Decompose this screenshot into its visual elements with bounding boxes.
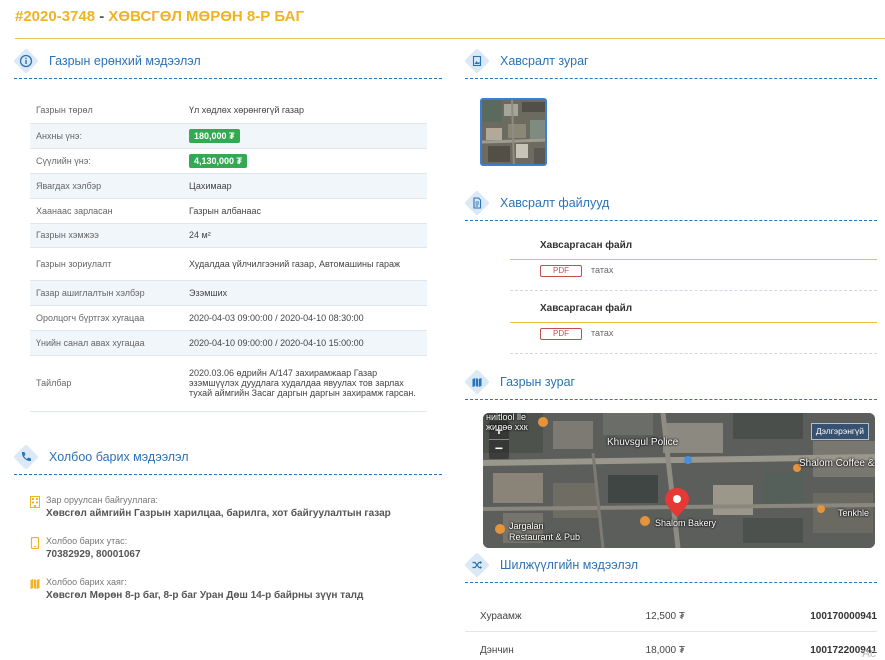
phone-icon bbox=[13, 444, 39, 470]
divider bbox=[510, 353, 877, 354]
row-value: Газрын албанаас bbox=[183, 198, 427, 224]
row-label: Газар ашиглалтын хэлбэр bbox=[30, 280, 183, 306]
row-label: Газрын төрөл bbox=[30, 98, 183, 124]
last-price-badge: 4,130,000 ₮ bbox=[189, 153, 248, 168]
building-icon bbox=[30, 496, 40, 508]
row-value: Эзэмших bbox=[183, 280, 427, 306]
row-value: 2020-04-03 09:00:00 / 2020-04-10 08:30:0… bbox=[183, 305, 427, 331]
divider bbox=[510, 290, 877, 291]
image-icon bbox=[464, 48, 490, 74]
row-value: 2020.03.06 өдрийн А/147 захирамжаар Газа… bbox=[183, 355, 427, 412]
header-separator: - bbox=[95, 8, 109, 25]
general-info-table: Газрын төрөл Үл хөдлөх хөрөнгөгүй газар А… bbox=[30, 98, 427, 412]
section-image-header: Хавсралт зураг bbox=[464, 48, 877, 79]
section-transfer-header: Шилжүүлгийн мэдээлэл bbox=[464, 552, 877, 583]
row-label: Анхны үнэ: bbox=[30, 123, 183, 149]
map-icon bbox=[30, 579, 40, 589]
contact-address-value: Хөвсгөл Мөрөн 8-р баг, 8-р баг Уран Дөш … bbox=[46, 590, 364, 601]
section-files-header: Хавсралт файлууд bbox=[464, 190, 877, 221]
section-contact-title: Холбоо барих мэдээлэл bbox=[49, 450, 189, 464]
transfer-row: Хураамж 12,500 ₮ 100170000941 bbox=[465, 599, 877, 632]
table-row: Хаанаас зарласан Газрын албанаас bbox=[30, 198, 427, 224]
map-layer-button[interactable]: Дэлгэрэнгүй bbox=[810, 423, 869, 440]
contact-phone-value[interactable]: 70382929, 80001067 bbox=[46, 549, 141, 560]
map-label: Jargalan bbox=[509, 521, 544, 531]
table-row: Газрын зориулалт Худалдаа үйлчилгээний га… bbox=[30, 247, 427, 281]
map-label: Shalom Bakery bbox=[655, 518, 717, 528]
transfer-amount: 18,000 ₮ bbox=[645, 645, 685, 656]
section-files-title: Хавсралт файлууд bbox=[500, 196, 610, 210]
attachment-thumbnail[interactable] bbox=[480, 98, 547, 166]
file-icon bbox=[464, 190, 490, 216]
section-general-header: Газрын ерөнхий мэдээлэл bbox=[13, 48, 442, 79]
zoom-out-button[interactable]: − bbox=[489, 440, 509, 459]
row-label: Оролцогч бүртгэх хугацаа bbox=[30, 305, 183, 331]
watermark-text: Ac bbox=[862, 646, 877, 660]
row-value: Үл хөдлөх хөрөнгөгүй газар bbox=[183, 98, 427, 124]
row-label: Газрын зориулалт bbox=[30, 247, 183, 281]
table-row: Газрын хэмжээ 24 м² bbox=[30, 223, 427, 248]
section-image-title: Хавсралт зураг bbox=[500, 54, 589, 68]
satellite-map[interactable]: + − Дэлгэрэнгүй ниitlool lle жилөө ххк K… bbox=[483, 413, 875, 548]
mobile-icon bbox=[30, 537, 40, 549]
shuffle-icon bbox=[464, 552, 490, 578]
table-row: Үнийн санал авах хугацаа 2020-04-10 09:00… bbox=[30, 330, 427, 356]
section-contact-header: Холбоо барих мэдээлэл bbox=[13, 444, 442, 475]
page-header: #2020-3748 - ХӨВСГӨЛ МӨРӨН 8-Р БАГ bbox=[15, 8, 885, 39]
contact-phone-label: Холбоо барих утас: bbox=[46, 536, 128, 546]
table-row: Газрын төрөл Үл хөдлөх хөрөнгөгүй газар bbox=[30, 98, 427, 124]
table-row: Явагдах хэлбэр Цахимаар bbox=[30, 173, 427, 199]
map-label: Shalom Coffee & bbox=[799, 458, 875, 469]
transfer-account: 100170000941 bbox=[810, 611, 877, 622]
contact-org-label: Зар оруулсан байгууллага: bbox=[46, 495, 159, 505]
row-label: Тайлбар bbox=[30, 355, 183, 412]
info-icon bbox=[13, 48, 39, 74]
table-row: Оролцогч бүртгэх хугацаа 2020-04-03 09:00… bbox=[30, 305, 427, 331]
contact-org-value: Хөвсгөл аймгийн Газрын харилцаа, барилга… bbox=[46, 508, 391, 519]
row-value: 24 м² bbox=[183, 223, 427, 248]
row-label: Хаанаас зарласан bbox=[30, 198, 183, 224]
row-label: Газрын хэмжээ bbox=[30, 223, 183, 248]
row-label: Сүүлийн үнэ: bbox=[30, 148, 183, 174]
file-divider bbox=[510, 259, 877, 260]
transfer-row: Дэнчин 18,000 ₮ 100172200941 bbox=[465, 633, 877, 660]
row-value: Худалдаа үйлчилгээний газар, Автомашины … bbox=[183, 247, 427, 281]
map-icon bbox=[464, 369, 490, 395]
download-link[interactable]: татах bbox=[591, 265, 613, 275]
download-link[interactable]: татах bbox=[591, 328, 613, 338]
file-divider bbox=[510, 322, 877, 323]
map-label: Khuvsgul Police bbox=[607, 437, 679, 448]
map-label: Restaurant & Pub bbox=[509, 532, 581, 542]
map-label: Tenkhle bbox=[838, 508, 870, 518]
lot-title: ХӨВСГӨЛ МӨРӨН 8-Р БАГ bbox=[108, 8, 304, 25]
row-value: 2020-04-10 09:00:00 / 2020-04-10 15:00:0… bbox=[183, 330, 427, 356]
transfer-amount: 12,500 ₮ bbox=[645, 611, 685, 622]
transfer-name: Хураамж bbox=[480, 611, 522, 622]
section-general-title: Газрын ерөнхий мэдээлэл bbox=[49, 54, 201, 68]
section-transfer-title: Шилжүүлгийн мэдээлэл bbox=[500, 558, 639, 572]
lot-code: #2020-3748 bbox=[15, 8, 96, 25]
table-row: Тайлбар 2020.03.06 өдрийн А/147 захирамжа… bbox=[30, 355, 427, 412]
table-row: Газар ашиглалтын хэлбэр Эзэмших bbox=[30, 280, 427, 306]
row-label: Явагдах хэлбэр bbox=[30, 173, 183, 199]
section-map-title: Газрын зураг bbox=[500, 375, 576, 389]
contact-address-label: Холбоо барих хаяг: bbox=[46, 577, 127, 587]
pdf-badge: PDF bbox=[540, 265, 582, 277]
file-name: Хавсаргасан файл bbox=[540, 303, 633, 314]
map-label: ниitlool lle bbox=[486, 413, 527, 422]
start-price-badge: 180,000 ₮ bbox=[189, 128, 240, 143]
transfer-name: Дэнчин bbox=[480, 645, 514, 656]
section-map-header: Газрын зураг bbox=[464, 369, 877, 400]
table-row: Сүүлийн үнэ: 4,130,000 ₮ bbox=[30, 148, 427, 174]
row-value: Цахимаар bbox=[183, 173, 427, 199]
page: #2020-3748 - ХӨВСГӨЛ МӨРӨН 8-Р БАГ Газры… bbox=[0, 0, 885, 660]
table-row: Анхны үнэ: 180,000 ₮ bbox=[30, 123, 427, 149]
pdf-badge: PDF bbox=[540, 328, 582, 340]
file-name: Хавсаргасан файл bbox=[540, 240, 633, 251]
row-label: Үнийн санал авах хугацаа bbox=[30, 330, 183, 356]
map-label: жилөө ххк bbox=[486, 422, 528, 432]
